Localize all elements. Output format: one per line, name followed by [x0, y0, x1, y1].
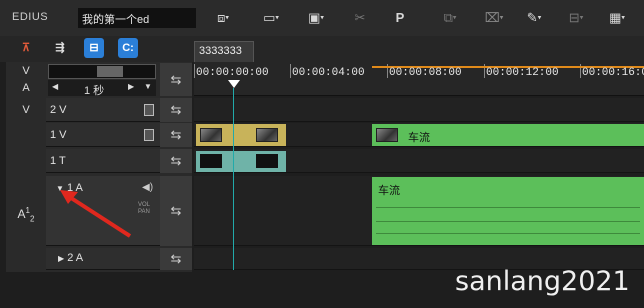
ruler-tick	[290, 64, 291, 78]
waveform	[376, 233, 640, 234]
sync-icon-1a[interactable]: ⇆	[160, 176, 192, 246]
lane-2v[interactable]	[194, 98, 644, 122]
film-icon[interactable]	[144, 104, 154, 116]
track-name-1v[interactable]: 1 V	[50, 129, 67, 141]
snap-icon[interactable]: ⊟▾	[564, 8, 588, 28]
clip-label: 车流	[378, 185, 400, 197]
clip-1v-short[interactable]	[196, 124, 286, 146]
waveform	[376, 207, 640, 208]
v-label: V	[6, 63, 46, 79]
scale-select[interactable]: ◀ 1 秒 ▶ ▼	[48, 80, 156, 97]
track-type-v: V	[6, 98, 46, 122]
set-in-icon[interactable]: ⊼	[16, 38, 36, 58]
sync-icon-1v[interactable]: ⇆	[160, 123, 192, 147]
track-type-1v	[6, 123, 46, 147]
save-icon[interactable]: ▣▾	[304, 8, 328, 28]
film-icon[interactable]	[144, 129, 154, 141]
title-thumbnail	[200, 154, 222, 168]
pen-icon[interactable]: ✎▾	[522, 8, 546, 28]
watermark: sanlang2021	[455, 266, 630, 297]
track-type-2a	[6, 248, 46, 270]
sync-icon-1t[interactable]: ⇆	[160, 149, 192, 173]
ripple-icon[interactable]: ⇶	[50, 38, 70, 58]
title-thumbnail	[256, 154, 278, 168]
timecode-label: 00:00:12:00	[486, 67, 559, 79]
sync-icon-2a[interactable]: ⇆	[160, 248, 192, 270]
scale-dropdown-icon[interactable]: ▼	[144, 82, 152, 91]
waveform	[376, 221, 640, 222]
zoom-handle[interactable]	[97, 66, 123, 77]
sync-icon-2v[interactable]: ⇆	[160, 98, 192, 122]
clip-1t[interactable]	[196, 151, 286, 172]
scale-right-arrow[interactable]: ▶	[128, 82, 134, 91]
timecode-label: 00:00:04:00	[292, 67, 365, 79]
timecode-label: 00:00:00:00	[196, 67, 269, 79]
ruler-tick	[194, 64, 195, 78]
playhead-marker[interactable]	[228, 80, 240, 88]
tab-sequence[interactable]: 3333333	[194, 41, 254, 62]
playhead-line[interactable]	[233, 88, 234, 270]
p-icon[interactable]: P	[388, 8, 412, 28]
project-name-field[interactable]: 我的第一个ed	[78, 8, 196, 28]
track-type-1t	[6, 149, 46, 173]
clip-1v-main[interactable]: 车流	[372, 124, 644, 146]
clip-thumbnail	[256, 128, 278, 142]
sequence-icon[interactable]: ⧈▾	[210, 8, 236, 28]
clip-thumbnail	[200, 128, 222, 142]
timecode-label: 00:00:16:00	[582, 67, 644, 79]
clip-thumbnail	[376, 128, 398, 142]
timecode-label: 00:00:08:00	[389, 67, 462, 79]
track-name-1t[interactable]: 1 T	[50, 155, 66, 167]
clip-1a-audio[interactable]: 车流	[372, 177, 644, 245]
sync-lock-icon[interactable]: ⇆	[160, 63, 192, 96]
grid-icon[interactable]: ▦▾	[604, 8, 630, 28]
scale-value: 1 秒	[84, 85, 105, 97]
group-toggle-icon[interactable]: C:	[118, 38, 138, 58]
annotation-arrow	[60, 190, 132, 238]
vol-pan-label[interactable]: VOL PAN	[138, 202, 158, 216]
copy-icon[interactable]: ⧉▾	[438, 8, 462, 28]
speaker-icon[interactable]: ◀)	[142, 182, 153, 193]
link-toggle-icon[interactable]: ⊟	[84, 38, 104, 58]
zoom-bar[interactable]	[48, 64, 156, 79]
app-name: EDIUS	[12, 11, 49, 23]
track-name-2a[interactable]: ▶ 2 A	[58, 252, 83, 264]
track-name-2v[interactable]: 2 V	[50, 104, 67, 116]
folder-icon[interactable]: ▭▾	[256, 8, 286, 28]
scale-left-arrow[interactable]: ◀	[52, 82, 58, 91]
a-label: A	[6, 80, 46, 96]
delete-icon[interactable]: ⌧▾	[482, 8, 506, 28]
cut-icon[interactable]: ✂	[352, 8, 368, 28]
expand-triangle-icon[interactable]: ▶	[58, 254, 64, 263]
track-type-a: A12	[6, 176, 46, 246]
clip-label: 车流	[408, 132, 430, 144]
